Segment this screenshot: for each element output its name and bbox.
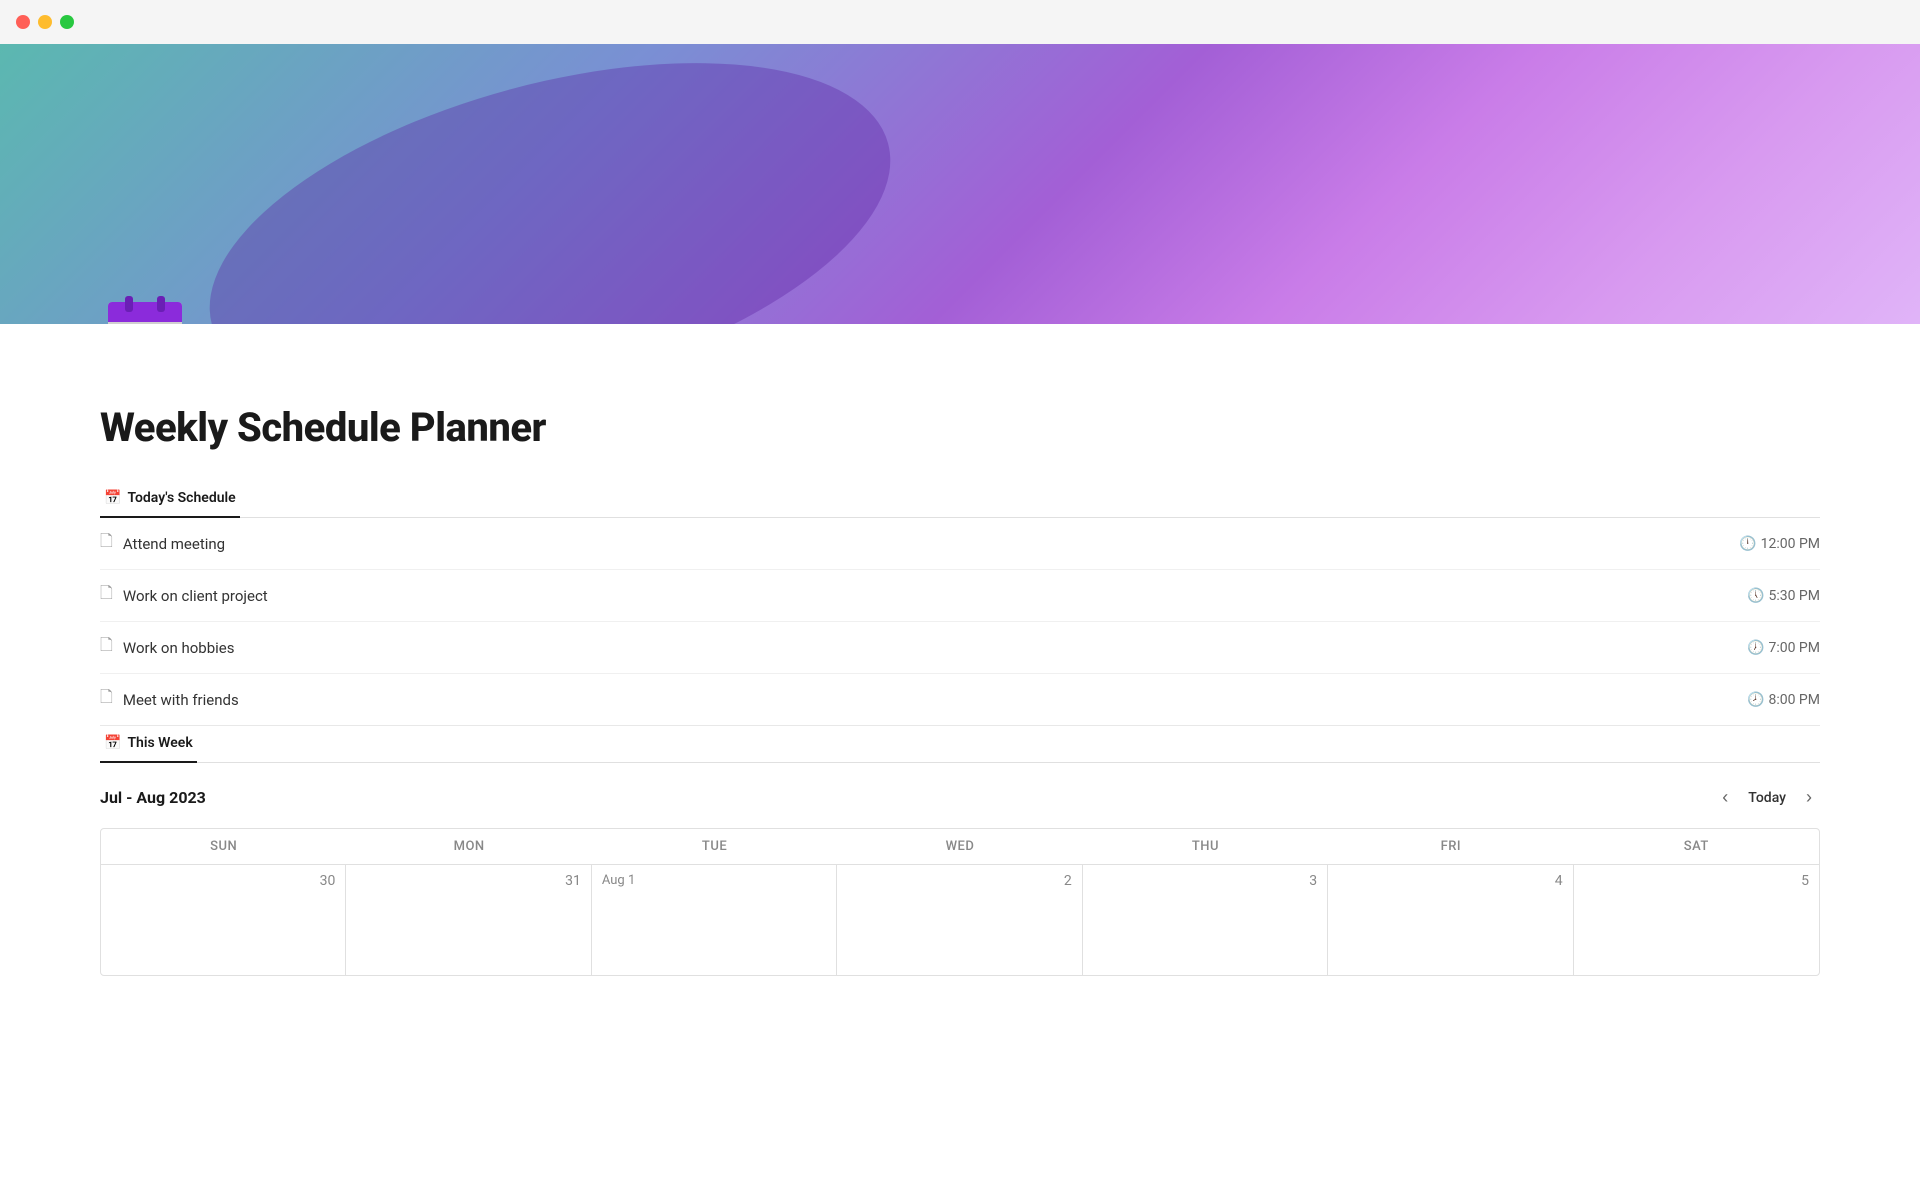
tab-today[interactable]: 📅 Today's Schedule (100, 482, 240, 518)
main-content: Weekly Schedule Planner 📅 Today's Schedu… (0, 324, 1920, 1016)
item-doc-icon: 🗋 (100, 686, 113, 713)
titlebar (0, 0, 1920, 44)
calendar-body: 30 31 Aug 1 2 3 4 5 (101, 865, 1819, 975)
cell-date: 5 (1584, 873, 1809, 889)
today-tab-icon: 📅 (104, 490, 121, 506)
day-header-wed: Wed (837, 829, 1082, 864)
cell-date: 31 (356, 873, 580, 889)
item-doc-icon: 🗋 (100, 530, 113, 557)
day-header-sat: Sat (1574, 829, 1819, 864)
nav-controls: ‹ Today › (1714, 783, 1820, 812)
day-header-tue: Tue (592, 829, 837, 864)
item-label: Work on client project (123, 587, 268, 605)
minimize-button[interactable] (38, 15, 52, 29)
calendar-header: Sun Mon Tue Wed Thu Fri Sat (101, 829, 1819, 865)
schedule-item: 🗋 Meet with friends 🕗 8:00 PM (100, 674, 1820, 725)
schedule-item: 🗋 Work on client project 🕔 5:30 PM (100, 570, 1820, 622)
item-left: 🗋 Meet with friends (100, 686, 239, 713)
calendar-cell-tue[interactable]: Aug 1 (592, 865, 837, 975)
page-title: Weekly Schedule Planner (100, 404, 1820, 451)
clock-icon: 🕖 (1747, 640, 1764, 656)
item-label: Attend meeting (123, 535, 225, 553)
tab-bar: 📅 Today's Schedule (100, 481, 1820, 518)
calendar-cell-thu[interactable]: 3 (1083, 865, 1328, 975)
tab-this-week[interactable]: 📅 This Week (100, 727, 197, 763)
next-week-button[interactable]: › (1798, 783, 1820, 812)
date-range: Jul - Aug 2023 (100, 788, 206, 807)
today-label[interactable]: Today (1748, 790, 1786, 806)
week-tab-bar: 📅 This Week (100, 726, 1820, 763)
item-time: 🕛 12:00 PM (1739, 536, 1820, 552)
item-doc-icon: 🗋 (100, 582, 113, 609)
schedule-list: 🗋 Attend meeting 🕛 12:00 PM 🗋 Work on cl… (100, 518, 1820, 726)
calendar-cell-mon[interactable]: 31 (346, 865, 591, 975)
schedule-item: 🗋 Work on hobbies 🕖 7:00 PM (100, 622, 1820, 674)
calendar-cell-sun[interactable]: 30 (101, 865, 346, 975)
item-time: 🕔 5:30 PM (1747, 588, 1820, 604)
maximize-button[interactable] (60, 15, 74, 29)
item-left: 🗋 Work on client project (100, 582, 268, 609)
item-left: 🗋 Attend meeting (100, 530, 225, 557)
cell-date: 3 (1093, 873, 1317, 889)
schedule-item: 🗋 Attend meeting 🕛 12:00 PM (100, 518, 1820, 570)
clock-icon: 🕛 (1739, 536, 1756, 552)
clock-icon: 🕔 (1747, 588, 1764, 604)
calendar-grid: Sun Mon Tue Wed Thu Fri Sat 30 31 Aug 1 (100, 828, 1820, 976)
calendar-icon-hero: ✓ (100, 284, 190, 324)
day-header-fri: Fri (1328, 829, 1573, 864)
item-time: 🕗 8:00 PM (1747, 692, 1820, 708)
date-nav: Jul - Aug 2023 ‹ Today › (100, 763, 1820, 828)
item-left: 🗋 Work on hobbies (100, 634, 234, 661)
item-label: Meet with friends (123, 691, 239, 709)
calendar-cell-sat[interactable]: 5 (1574, 865, 1819, 975)
close-button[interactable] (16, 15, 30, 29)
cell-date: 30 (111, 873, 335, 889)
prev-week-button[interactable]: ‹ (1714, 783, 1736, 812)
item-time: 🕖 7:00 PM (1747, 640, 1820, 656)
calendar-cell-fri[interactable]: 4 (1328, 865, 1573, 975)
item-doc-icon: 🗋 (100, 634, 113, 661)
cell-date: 4 (1338, 873, 1562, 889)
cell-date: 2 (847, 873, 1071, 889)
day-header-mon: Mon (346, 829, 591, 864)
day-header-sun: Sun (101, 829, 346, 864)
hero-banner: ✓ (0, 44, 1920, 324)
clock-icon: 🕗 (1747, 692, 1764, 708)
aug-label: Aug 1 (602, 873, 826, 888)
day-header-thu: Thu (1083, 829, 1328, 864)
calendar-cell-wed[interactable]: 2 (837, 865, 1082, 975)
week-section: 📅 This Week Jul - Aug 2023 ‹ Today › Sun… (100, 726, 1820, 976)
week-tab-icon: 📅 (104, 735, 121, 751)
item-label: Work on hobbies (123, 639, 235, 657)
